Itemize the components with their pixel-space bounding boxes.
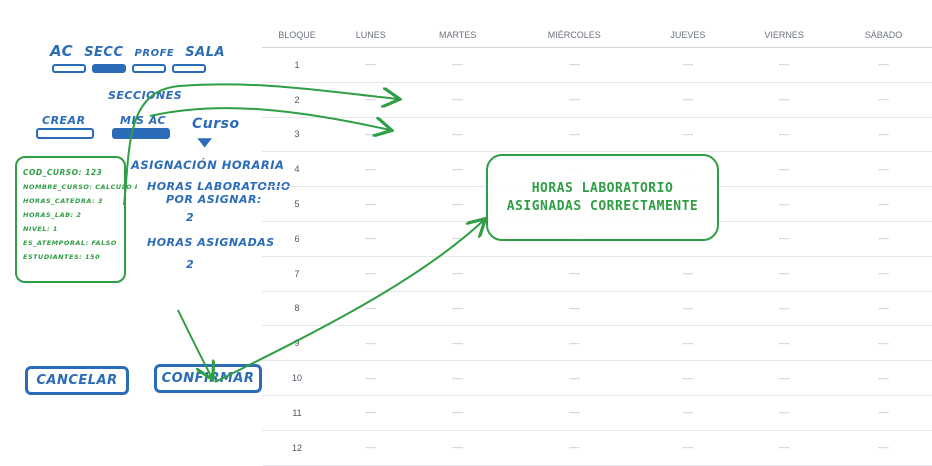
annotation-arrows	[123, 83, 932, 383]
arrow-to-row3	[149, 107, 390, 130]
arrow-to-row2	[123, 83, 398, 206]
toast-line-1: HORAS LABORATORIO	[531, 180, 674, 196]
arrow-to-toast	[214, 220, 484, 383]
toast-line-2: ASIGNADAS CORRECTAMENTE	[506, 198, 699, 214]
arrow-to-confirm	[177, 309, 212, 378]
success-toast: HORAS LABORATORIO ASIGNADAS CORRECTAMENT…	[486, 154, 719, 241]
